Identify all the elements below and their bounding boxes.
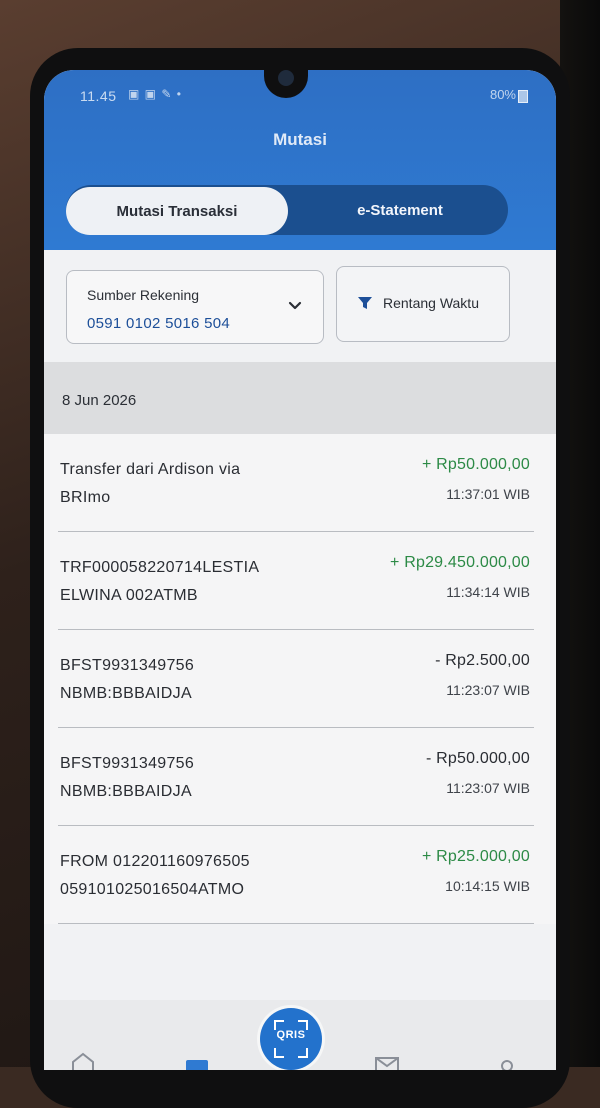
transaction-amount: - Rp2.500,00	[435, 652, 530, 669]
transaction-amount: - Rp50.000,00	[425, 750, 530, 767]
tab-mutasi-transaksi[interactable]: Mutasi Transaksi	[66, 187, 288, 235]
description-line: FROM 012201160976505	[60, 853, 250, 870]
divider	[58, 923, 534, 924]
transaction-description: BFST9931349756 NBMB:BBBAIDJA	[60, 750, 330, 806]
qris-button[interactable]: QRIS	[260, 1008, 322, 1070]
account-number: 0591 0102 5016 504	[87, 315, 231, 332]
inbox-icon[interactable]	[374, 1052, 400, 1070]
tab-switcher: Mutasi Transaksi e-Statement	[66, 185, 508, 235]
transaction-amount: + Rp25.000,00	[421, 848, 530, 865]
transaction-description: BFST9931349756 NBMB:BBBAIDJA	[60, 652, 330, 708]
description-line: TRF000058220714LESTIA	[60, 559, 260, 576]
transaction-row[interactable]: TRF000058220714LESTIA ELWINA 002ATMB + R…	[44, 532, 556, 630]
app-screen: 11.45 ▣ ▣ ✎ • 80% Mutasi Mutasi Transaks…	[44, 70, 556, 1070]
date-header: 8 Jun 2026	[44, 362, 556, 434]
status-time: 11.45	[80, 88, 117, 104]
description-line: BFST9931349756	[60, 657, 195, 674]
transaction-amount: + Rp29.450.000,00	[390, 554, 530, 571]
notification-icons: ▣ ▣ ✎ •	[128, 87, 182, 101]
transaction-time: 11:23:07 WIB	[446, 780, 530, 796]
filter-icon	[358, 297, 372, 309]
tab-label: e-Statement	[357, 201, 443, 219]
app-header: 11.45 ▣ ▣ ✎ • 80% Mutasi Mutasi Transaks…	[44, 70, 556, 250]
page-title: Mutasi	[273, 130, 327, 149]
tab-label: Mutasi Transaksi	[116, 202, 238, 220]
transaction-time: 11:23:07 WIB	[446, 682, 530, 698]
camera-icon	[278, 70, 294, 86]
qris-label: QRIS	[276, 1029, 306, 1041]
chevron-down-icon	[288, 301, 302, 310]
account-label: Sumber Rekening	[87, 287, 200, 303]
description-line: 059101025016504ATMO	[60, 881, 245, 898]
description-line: ELWINA 002ATMB	[60, 587, 198, 604]
transaction-description: FROM 012201160976505 059101025016504ATMO	[60, 848, 330, 904]
transaction-row[interactable]: FROM 012201160976505 059101025016504ATMO…	[44, 826, 556, 924]
tab-e-statement[interactable]: e-Statement	[292, 185, 508, 235]
home-icon[interactable]	[70, 1052, 96, 1070]
scan-corner	[274, 1048, 284, 1058]
description-line: BFST9931349756	[60, 755, 195, 772]
transaction-description: Transfer dari Ardison via BRImo	[60, 456, 330, 512]
date-range-label: Rentang Waktu	[383, 295, 479, 311]
battery-icon	[518, 90, 528, 103]
battery-percentage: 80%	[489, 87, 516, 102]
date-range-button[interactable]: Rentang Waktu	[336, 266, 510, 342]
account-selector[interactable]: Sumber Rekening 0591 0102 5016 504	[66, 270, 324, 344]
transaction-row[interactable]: Transfer dari Ardison via BRImo + Rp50.0…	[44, 434, 556, 532]
scan-corner	[298, 1048, 308, 1058]
description-line: BRImo	[60, 489, 111, 506]
account-icon[interactable]	[494, 1052, 520, 1070]
transaction-amount: + Rp50.000,00	[421, 456, 530, 473]
transaction-row[interactable]: BFST9931349756 NBMB:BBBAIDJA - Rp50.000,…	[44, 728, 556, 826]
mutasi-icon[interactable]	[184, 1052, 210, 1070]
description-line: Transfer dari Ardison via	[60, 461, 241, 478]
date-header-text: 8 Jun 2026	[62, 392, 137, 409]
camera-notch	[264, 70, 308, 98]
transaction-row[interactable]: BFST9931349756 NBMB:BBBAIDJA - Rp2.500,0…	[44, 630, 556, 728]
description-line: NBMB:BBBAIDJA	[60, 783, 192, 800]
transaction-description: TRF000058220714LESTIA ELWINA 002ATMB	[60, 554, 330, 610]
transaction-list: Transfer dari Ardison via BRImo + Rp50.0…	[44, 434, 556, 924]
description-line: NBMB:BBBAIDJA	[60, 685, 192, 702]
transaction-time: 11:37:01 WIB	[446, 486, 530, 502]
transaction-time: 11:34:14 WIB	[446, 584, 530, 600]
transaction-time: 10:14:15 WIB	[445, 878, 530, 894]
